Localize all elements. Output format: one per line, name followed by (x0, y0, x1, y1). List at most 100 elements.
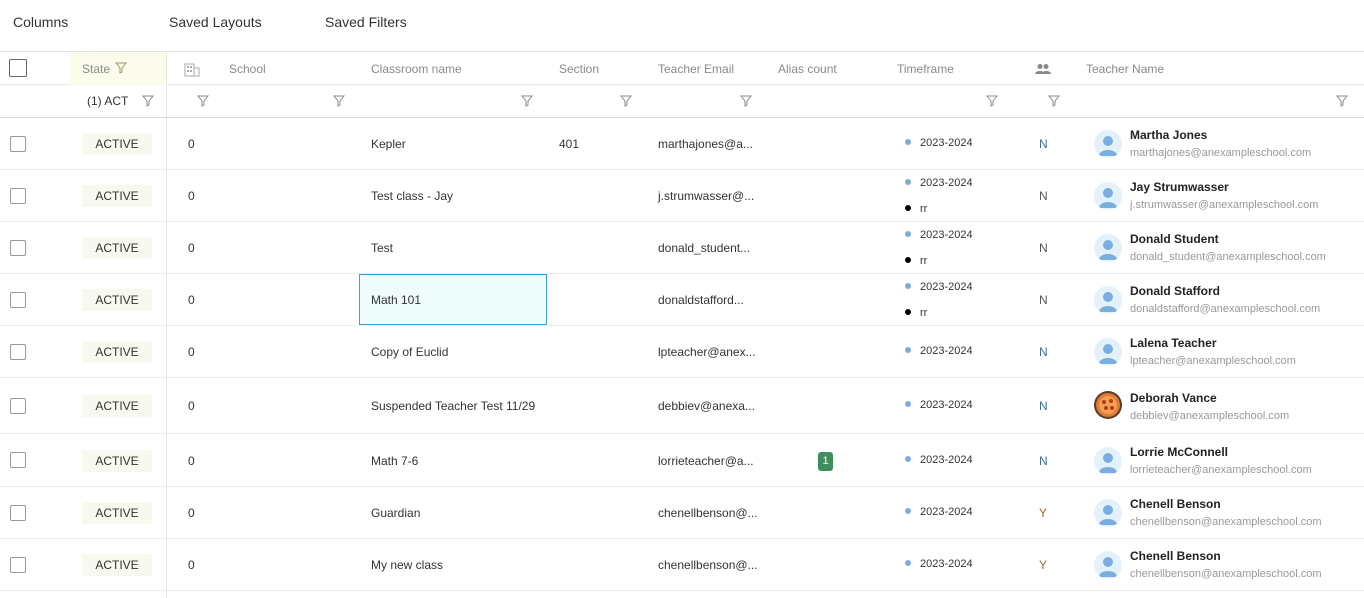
flag-cell[interactable]: N (1039, 241, 1048, 255)
flag-cell[interactable]: Y (1039, 558, 1047, 572)
state-badge: ACTIVE (82, 450, 152, 472)
classroom-name-cell[interactable]: Math 7-6 (371, 454, 418, 468)
teacher-email-column-header[interactable]: Teacher Email (658, 62, 734, 76)
section-column-header[interactable]: Section (559, 62, 599, 76)
timeframe-dot-icon (905, 401, 911, 407)
saved-layouts-button[interactable]: Saved Layouts (169, 14, 262, 30)
teacher-email-cell[interactable]: chenellbenson@... (658, 506, 758, 520)
teacher-name[interactable]: Lalena Teacher (1130, 336, 1216, 350)
row-checkbox[interactable] (10, 557, 26, 573)
table-row[interactable]: ACTIVE 0 Test class - Jay j.strumwasser@… (0, 170, 1364, 222)
timeframe-item: 2023-2024 (905, 229, 973, 241)
state-column-header[interactable]: State (82, 62, 110, 76)
timeframe-filter-icon[interactable] (986, 95, 998, 107)
classroom-name-cell[interactable]: My new class (371, 558, 443, 572)
table-row[interactable]: ACTIVE 0 Kepler 401 marthajones@a... 202… (0, 118, 1364, 170)
table-row[interactable]: ACTIVE 0 Copy of Euclid lpteacher@anex..… (0, 326, 1364, 378)
school-cell[interactable]: 0 (188, 293, 195, 307)
teacher-email-cell[interactable]: donald_student... (658, 241, 750, 255)
row-checkbox[interactable] (10, 188, 26, 204)
school-cell[interactable]: 0 (188, 399, 195, 413)
teacher-name[interactable]: Lorrie McConnell (1130, 445, 1228, 459)
flag-cell[interactable]: N (1039, 137, 1048, 151)
teacher-name[interactable]: Jay Strumwasser (1130, 180, 1229, 194)
school-cell[interactable]: 0 (188, 241, 195, 255)
classroom-name-cell[interactable]: Test (371, 241, 393, 255)
table-row[interactable]: ACTIVE 0 Suspended Teacher Test 11/29 de… (0, 378, 1364, 434)
classroom-name-cell[interactable]: Guardian (371, 506, 420, 520)
teacher-name[interactable]: Donald Stafford (1130, 284, 1220, 298)
school-cell[interactable]: 0 (188, 345, 195, 359)
teacher-name[interactable]: Deborah Vance (1130, 391, 1217, 405)
row-checkbox[interactable] (10, 136, 26, 152)
row-checkbox[interactable] (10, 452, 26, 468)
teacher-name-column-header[interactable]: Teacher Name (1086, 62, 1164, 76)
teacher-name[interactable]: Martha Jones (1130, 128, 1207, 142)
teacher-email-cell[interactable]: lorrieteacher@a... (658, 454, 754, 468)
teacher-email-filter-icon[interactable] (740, 95, 752, 107)
flag-cell[interactable]: N (1039, 454, 1048, 468)
table-row[interactable]: ACTIVE 0 Math 101 donaldstafford... 2023… (0, 274, 1364, 326)
columns-button[interactable]: Columns (13, 14, 68, 30)
state-sort-filter-icon[interactable] (115, 62, 127, 74)
flag-cell[interactable]: N (1039, 293, 1048, 307)
row-checkbox[interactable] (10, 398, 26, 414)
classroom-name-cell[interactable]: Copy of Euclid (371, 345, 448, 359)
table-row[interactable]: ACTIVE 0 Math 7-6 lorrieteacher@a... 1 2… (0, 434, 1364, 487)
classroom-name-cell[interactable]: Kepler (371, 137, 406, 151)
timeframe-dot-icon (905, 231, 911, 237)
teacher-email-cell[interactable]: marthajones@a... (658, 137, 753, 151)
teacher-name-filter-icon[interactable] (1336, 95, 1348, 107)
school-building-icon (184, 63, 200, 80)
teacher-name[interactable]: Chenell Benson (1130, 497, 1221, 511)
flag-cell[interactable]: N (1039, 399, 1048, 413)
teacher-email-cell[interactable]: debbiev@anexa... (658, 399, 755, 413)
table-row[interactable]: ACTIVE 0 My new class chenellbenson@... … (0, 539, 1364, 591)
teacher-name[interactable]: Donald Student (1130, 232, 1219, 246)
teacher-email-cell[interactable]: chenellbenson@... (658, 558, 758, 572)
school-cell[interactable]: 0 (188, 189, 195, 203)
school-icon-filter-icon[interactable] (197, 95, 209, 107)
row-checkbox[interactable] (10, 505, 26, 521)
state-badge: ACTIVE (82, 341, 152, 363)
teacher-email-cell[interactable]: donaldstafford... (658, 293, 744, 307)
table-row[interactable]: ACTIVE 0 Guardian chenellbenson@... 2023… (0, 487, 1364, 539)
saved-filters-button[interactable]: Saved Filters (325, 14, 407, 30)
select-all-checkbox[interactable] (9, 59, 27, 77)
flag-cell[interactable]: N (1039, 345, 1048, 359)
flag-cell[interactable]: N (1039, 189, 1048, 203)
state-filter-value[interactable]: (1) ACT (87, 94, 128, 108)
school-cell[interactable]: 0 (188, 137, 195, 151)
row-checkbox[interactable] (10, 344, 26, 360)
school-cell[interactable]: 0 (188, 454, 195, 468)
state-badge: ACTIVE (82, 185, 152, 207)
timeframe-item: 2023-2024 (905, 281, 973, 293)
school-cell[interactable]: 0 (188, 558, 195, 572)
teacher-email-cell[interactable]: j.strumwasser@... (658, 189, 754, 203)
section-cell[interactable]: 401 (559, 137, 579, 151)
school-filter-icon[interactable] (333, 95, 345, 107)
section-filter-icon[interactable] (620, 95, 632, 107)
teacher-email-cell[interactable]: lpteacher@anex... (658, 345, 756, 359)
row-checkbox[interactable] (10, 292, 26, 308)
classroom-name-cell[interactable]: Suspended Teacher Test 11/29 (371, 399, 535, 413)
state-filter-icon[interactable] (142, 95, 154, 107)
classroom-name-cell[interactable]: Test class - Jay (371, 189, 453, 203)
person-icon (1099, 292, 1117, 312)
flag-cell[interactable]: Y (1039, 506, 1047, 520)
row-checkbox[interactable] (10, 240, 26, 256)
school-cell[interactable]: 0 (188, 506, 195, 520)
teacher-name[interactable]: Chenell Benson (1130, 549, 1221, 563)
alias-count-column-header[interactable]: Alias count (778, 62, 837, 76)
timeframe-column-header[interactable]: Timeframe (897, 62, 954, 76)
classroom-name-cell[interactable]: Math 101 (371, 293, 421, 307)
table-row[interactable]: ACTIVE 0 Test donald_student... 2023-202… (0, 222, 1364, 274)
classroom-name-filter-icon[interactable] (521, 95, 533, 107)
people-filter-icon[interactable] (1048, 95, 1060, 107)
avatar (1094, 286, 1122, 314)
alias-count-badge[interactable]: 1 (818, 452, 833, 471)
school-column-header[interactable]: School (229, 62, 266, 76)
people-icon[interactable] (1034, 63, 1052, 78)
classroom-name-column-header[interactable]: Classroom name (371, 62, 462, 76)
state-badge: ACTIVE (82, 395, 152, 417)
